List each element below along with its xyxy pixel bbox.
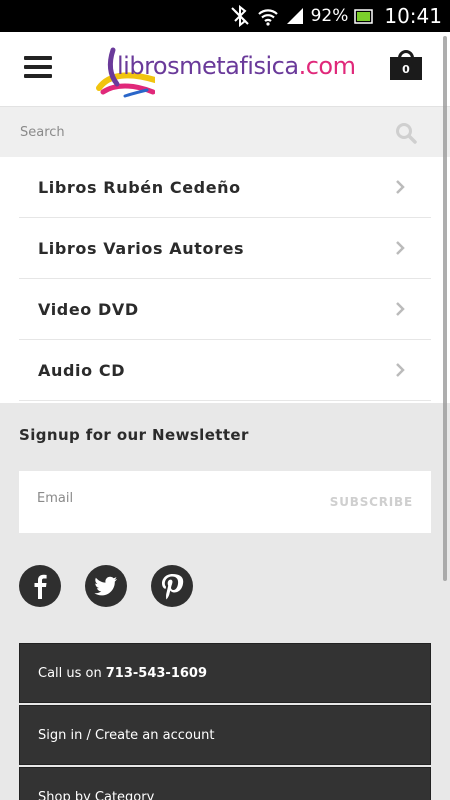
- shop-label: Shop by Category: [38, 790, 155, 800]
- category-menu: Libros Rubén Cedeño Libros Varios Autore…: [0, 157, 450, 403]
- menu-item-audio-cd[interactable]: Audio CD: [19, 340, 431, 401]
- twitter-icon[interactable]: [85, 565, 127, 607]
- newsletter-title: Signup for our Newsletter: [19, 426, 249, 444]
- site-header: librosmetafisica.com 0: [0, 32, 450, 107]
- chevron-right-icon: [396, 180, 405, 194]
- menu-item-libros-varios-autores[interactable]: Libros Varios Autores: [19, 218, 431, 279]
- cart-button[interactable]: 0: [390, 50, 422, 80]
- sign-in-create-account-link[interactable]: Sign in / Create an account: [19, 705, 431, 765]
- account-label: Sign in / Create an account: [38, 727, 215, 743]
- menu-item-label: Audio CD: [38, 360, 126, 380]
- menu-item-label: Video DVD: [38, 299, 139, 319]
- search-input[interactable]: [18, 115, 378, 149]
- status-bar: 92% 10:41: [0, 0, 450, 32]
- search-bar: [0, 107, 450, 157]
- cart-count: 0: [390, 57, 422, 80]
- bluetooth-off-icon: [229, 5, 251, 27]
- menu-item-label: Libros Rubén Cedeño: [38, 177, 241, 197]
- logo-text: librosmetafisica.com: [117, 52, 356, 80]
- menu-item-libros-ruben-cedeno[interactable]: Libros Rubén Cedeño: [19, 157, 431, 218]
- chevron-right-icon: [396, 241, 405, 255]
- call-us-block[interactable]: Call us on 713-543-1609: [19, 643, 431, 703]
- signal-icon: [285, 6, 305, 26]
- facebook-icon[interactable]: [19, 565, 61, 607]
- shop-by-category-link[interactable]: Shop by Category: [19, 767, 431, 800]
- site-logo[interactable]: librosmetafisica.com: [95, 44, 356, 100]
- battery-percentage: 92%: [310, 6, 349, 26]
- email-field[interactable]: [37, 483, 307, 513]
- menu-item-video-dvd[interactable]: Video DVD: [19, 279, 431, 340]
- call-us-label: Call us on: [38, 665, 102, 681]
- menu-item-label: Libros Varios Autores: [38, 238, 245, 258]
- chevron-right-icon: [396, 302, 405, 316]
- subscribe-button[interactable]: SUBSCRIBE: [330, 495, 413, 509]
- battery-icon: [354, 6, 374, 26]
- chevron-right-icon: [396, 363, 405, 377]
- newsletter-form: SUBSCRIBE: [19, 471, 431, 533]
- status-icons: 92% 10:41: [229, 0, 442, 32]
- search-icon[interactable]: [395, 122, 417, 144]
- hamburger-menu-icon[interactable]: [24, 56, 52, 80]
- wifi-icon: [257, 5, 279, 27]
- pinterest-icon[interactable]: [151, 565, 193, 607]
- phone-number[interactable]: 713-543-1609: [106, 666, 207, 681]
- clock: 10:41: [384, 4, 442, 28]
- scrollbar[interactable]: [443, 36, 447, 581]
